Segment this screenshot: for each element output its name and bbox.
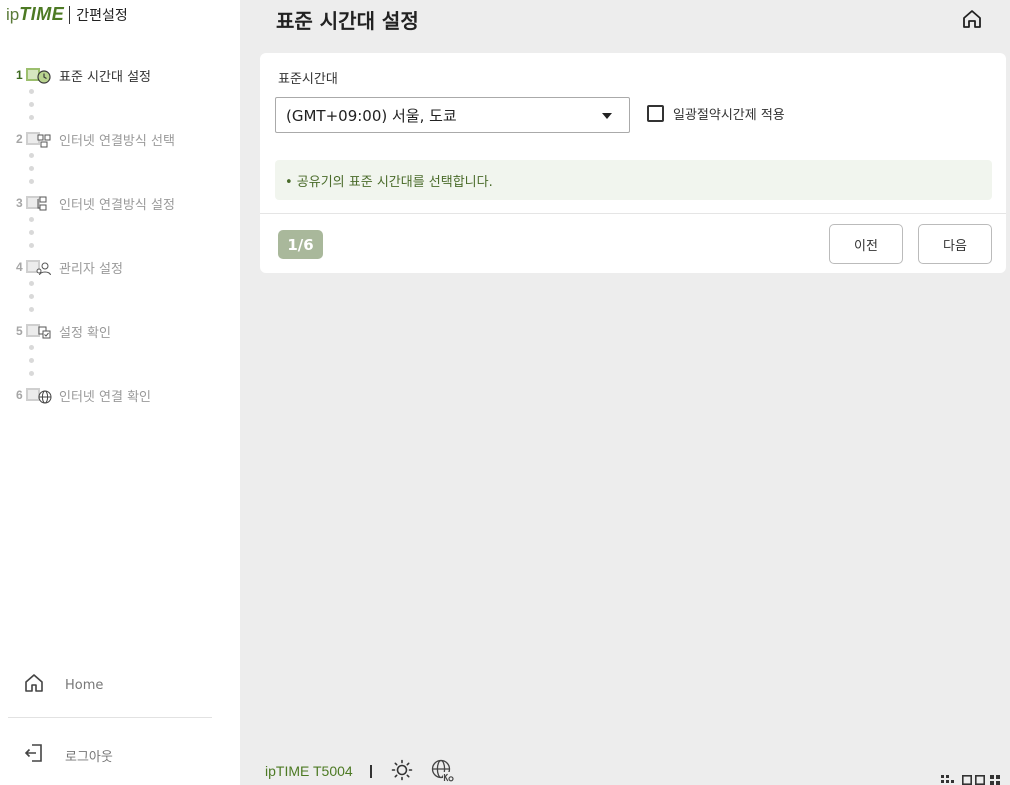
step-progress-badge: 1/6 bbox=[278, 230, 323, 259]
page-title: 표준 시간대 설정 bbox=[276, 9, 419, 33]
brand-prefix: ip bbox=[6, 4, 20, 24]
grid-view-icon bbox=[941, 775, 954, 783]
sidebar-divider bbox=[8, 717, 212, 718]
network-settings-icon bbox=[24, 194, 52, 212]
step-label: 표준 시간대 설정 bbox=[59, 69, 151, 85]
language-button[interactable] bbox=[431, 759, 455, 783]
step-number: 2 bbox=[16, 132, 23, 146]
next-button[interactable]: 다음 bbox=[918, 224, 992, 264]
timezone-label: 표준시간대 bbox=[278, 72, 338, 87]
step-item-connection-settings[interactable]: 3 인터넷 연결방식 설정 bbox=[16, 192, 175, 214]
step-connector bbox=[29, 89, 35, 128]
home-icon bbox=[963, 10, 981, 28]
network-icon bbox=[24, 130, 52, 148]
step-label: 인터넷 연결 확인 bbox=[59, 389, 151, 405]
square-view-icon bbox=[962, 775, 972, 785]
step-connector bbox=[29, 345, 35, 384]
caret-down-icon bbox=[602, 113, 612, 119]
step-connector bbox=[29, 281, 35, 320]
info-notice: • 공유기의 표준 시간대를 선택합니다. bbox=[275, 160, 992, 200]
timezone-selected-value: (GMT+09:00) 서울, 도쿄 bbox=[286, 106, 457, 125]
timezone-card: 표준시간대 (GMT+09:00) 서울, 도쿄 일광절약시간제 적용 • 공유… bbox=[260, 53, 1006, 273]
tiles-view-icon bbox=[990, 775, 1000, 785]
checkbox-box[interactable] bbox=[647, 105, 664, 122]
step-item-timezone[interactable]: 1 표준 시간대 설정 bbox=[16, 64, 151, 86]
footer-model-name: ipTIME T5004 bbox=[265, 763, 353, 779]
step-item-connection-type[interactable]: 2 인터넷 연결방식 선택 bbox=[16, 128, 175, 150]
sidebar-home-link[interactable]: Home bbox=[24, 673, 103, 697]
step-number: 5 bbox=[16, 324, 23, 338]
sidebar-logout-link[interactable]: 로그아웃 bbox=[24, 743, 113, 767]
info-notice-text: • 공유기의 표준 시간대를 선택합니다. bbox=[285, 174, 493, 190]
step-label: 관리자 설정 bbox=[59, 261, 123, 277]
theme-toggle-button[interactable] bbox=[391, 759, 413, 781]
step-label: 인터넷 연결방식 선택 bbox=[59, 133, 175, 149]
step-number: 3 bbox=[16, 196, 23, 210]
card-divider bbox=[260, 213, 1006, 214]
globe-icon bbox=[24, 386, 52, 404]
dst-checkbox-label: 일광절약시간제 적용 bbox=[673, 108, 785, 123]
brand-subtitle: 간편설정 bbox=[76, 7, 128, 24]
step-number: 6 bbox=[16, 388, 23, 402]
language-globe-icon bbox=[431, 759, 454, 782]
step-item-confirm-settings[interactable]: 5 설정 확인 bbox=[16, 320, 111, 342]
view-tiles-button[interactable] bbox=[990, 770, 1004, 785]
step-label: 인터넷 연결방식 설정 bbox=[59, 197, 175, 213]
home-link-label: Home bbox=[65, 677, 104, 693]
step-label: 설정 확인 bbox=[59, 325, 111, 341]
step-connector bbox=[29, 217, 35, 256]
timezone-select[interactable]: (GMT+09:00) 서울, 도쿄 bbox=[275, 97, 630, 133]
home-button[interactable] bbox=[961, 8, 983, 30]
sidebar: ip TIME 간편설정 1 표준 시간대 설정 2 인터넷 연결방식 선택 3… bbox=[0, 0, 240, 785]
check-settings-icon bbox=[24, 322, 52, 340]
step-connector bbox=[29, 153, 35, 192]
clock-icon bbox=[24, 66, 52, 84]
brand-name: TIME bbox=[19, 4, 65, 24]
footer-separator bbox=[370, 765, 372, 778]
admin-user-icon bbox=[24, 258, 52, 276]
brand-separator bbox=[69, 5, 71, 24]
step-item-internet-check[interactable]: 6 인터넷 연결 확인 bbox=[16, 384, 151, 406]
home-icon bbox=[24, 673, 44, 697]
logout-icon bbox=[24, 743, 44, 767]
prev-button[interactable]: 이전 bbox=[829, 224, 903, 264]
square-view-icon bbox=[975, 775, 985, 785]
sun-icon bbox=[391, 759, 413, 781]
logout-link-label: 로그아웃 bbox=[65, 749, 113, 765]
view-split-button[interactable] bbox=[975, 770, 989, 785]
dst-checkbox[interactable]: 일광절약시간제 적용 bbox=[647, 104, 785, 123]
step-number: 1 bbox=[16, 68, 23, 82]
step-number: 4 bbox=[16, 260, 23, 274]
brand-logo: ip TIME 간편설정 bbox=[6, 4, 128, 25]
view-grid-button[interactable] bbox=[941, 770, 955, 783]
step-item-admin[interactable]: 4 관리자 설정 bbox=[16, 256, 123, 278]
view-single-button[interactable] bbox=[962, 770, 976, 785]
